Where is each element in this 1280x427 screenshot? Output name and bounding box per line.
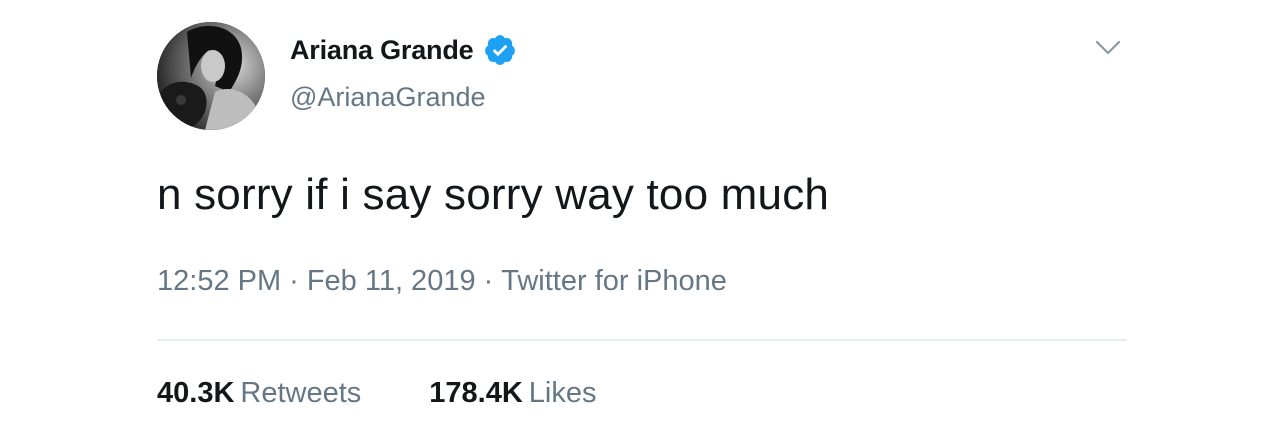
avatar[interactable] bbox=[157, 22, 265, 130]
retweets-label: Retweets bbox=[240, 377, 362, 409]
tweet-date[interactable]: Feb 11, 2019 bbox=[307, 265, 476, 297]
user-handle[interactable]: @ArianaGrande bbox=[290, 82, 486, 113]
avatar-photo bbox=[157, 22, 265, 130]
meta-separator: · bbox=[289, 265, 299, 297]
tweet-time[interactable]: 12:52 PM bbox=[157, 265, 281, 297]
display-name[interactable]: Ariana Grande bbox=[290, 35, 474, 66]
likes-label: Likes bbox=[528, 377, 597, 409]
likes-count: 178.4K bbox=[429, 377, 523, 409]
tweet-meta: 12:52 PM · Feb 11, 2019 · Twitter for iPhone bbox=[157, 265, 727, 298]
likes-stat[interactable]: 178.4K Likes bbox=[429, 377, 596, 410]
tweet-card: Ariana Grande @ArianaGrande n sorry if i… bbox=[0, 0, 1280, 427]
divider bbox=[157, 339, 1127, 341]
name-row: Ariana Grande bbox=[290, 33, 517, 67]
retweets-stat[interactable]: 40.3K Retweets bbox=[157, 377, 361, 410]
stats-row: 40.3K Retweets 178.4K Likes bbox=[157, 377, 597, 410]
retweets-count: 40.3K bbox=[157, 377, 235, 409]
tweet-source[interactable]: Twitter for iPhone bbox=[501, 265, 727, 297]
meta-separator: · bbox=[483, 265, 494, 297]
verified-badge-icon bbox=[485, 35, 516, 65]
chevron-down-icon[interactable] bbox=[1092, 36, 1124, 60]
tweet-text: n sorry if i say sorry way too much bbox=[157, 170, 830, 219]
